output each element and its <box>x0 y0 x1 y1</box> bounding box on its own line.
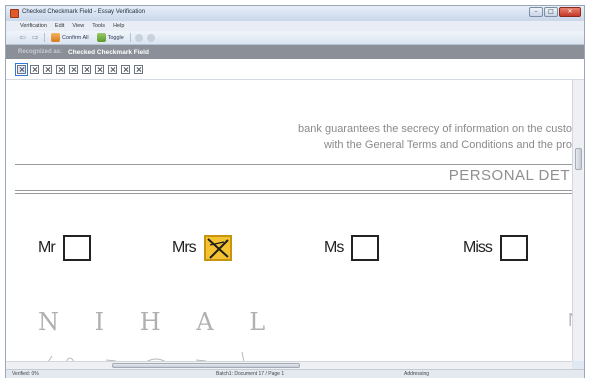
handwritten-scribble <box>48 351 245 361</box>
minimize-button[interactable]: – <box>529 7 543 17</box>
section-title: PERSONAL DET <box>448 167 570 184</box>
checkmark-variants-strip <box>6 59 584 80</box>
horizontal-scroll-thumb[interactable] <box>112 363 300 368</box>
checkmark-variant-icon[interactable] <box>134 64 143 74</box>
status-progress: Verified: 0% <box>12 371 39 377</box>
document-text-line: with the General Terms and Conditions an… <box>323 139 572 151</box>
form-divider <box>15 164 572 165</box>
checkmark-variant-icon[interactable] <box>69 64 78 74</box>
checkbox[interactable] <box>499 235 528 261</box>
title-option-mrs: Mrs <box>172 235 232 261</box>
toggle-label: Toggle <box>107 34 124 41</box>
vertical-scroll-thumb[interactable] <box>575 148 582 170</box>
application-window: Checked Checkmark Field - Essay Verifica… <box>5 5 585 378</box>
checkmark-variant-icon[interactable] <box>82 64 91 74</box>
checkmark-variant-icon[interactable] <box>95 64 104 74</box>
status-bar: Verified: 0% Batch1: Document 17 / Page … <box>6 369 584 378</box>
window-controls: – □ ✕ <box>529 7 581 17</box>
checkmark-variant-icon[interactable] <box>30 64 39 74</box>
handwritten-name: N I H A L <box>38 308 280 336</box>
maximize-button[interactable]: □ <box>544 7 558 17</box>
title-option-ms: Ms <box>324 235 380 261</box>
form-divider <box>15 190 572 191</box>
checkmark-variant-icon[interactable] <box>56 64 65 74</box>
option-label: Mrs <box>172 239 197 256</box>
form-divider <box>15 193 572 194</box>
toolbar-separator <box>129 33 131 42</box>
checkbox[interactable] <box>62 235 91 261</box>
status-field: Addressing <box>404 371 430 377</box>
toggle-button[interactable]: Toggle <box>95 33 126 42</box>
toolbar-separator <box>44 33 45 42</box>
recognized-value: Checked Checkmark Field <box>68 48 149 56</box>
back-arrow-icon[interactable]: ⇦ <box>18 33 27 42</box>
forward-arrow-icon[interactable]: ⇨ <box>31 33 40 42</box>
window-title: Checked Checkmark Field - Essay Verifica… <box>22 9 146 15</box>
app-icon <box>10 9 19 18</box>
menu-tools[interactable]: Tools <box>92 23 105 29</box>
document-image-view[interactable]: bank guarantees the secrecy of informati… <box>6 80 572 361</box>
confirm-all-button[interactable]: Confirm All <box>49 33 91 42</box>
checkmark-variant-icon[interactable] <box>15 62 28 76</box>
toolbar: ⇦ ⇨ Confirm All Toggle <box>6 31 584 45</box>
horizontal-scrollbar[interactable] <box>6 361 572 369</box>
option-label: Ms <box>324 239 344 256</box>
close-button[interactable]: ✕ <box>559 7 581 17</box>
menu-view[interactable]: View <box>72 23 84 29</box>
document-text-line: bank guarantees the secrecy of informati… <box>298 123 572 135</box>
checkmark-variant-icon[interactable] <box>108 64 117 74</box>
checkbox[interactable] <box>351 235 380 261</box>
title-bar: Checked Checkmark Field - Essay Verifica… <box>6 6 584 21</box>
disabled-next-icon <box>146 33 155 42</box>
title-option-miss: Miss <box>463 235 528 261</box>
title-option-mr: Mr <box>38 235 91 261</box>
confirm-icon <box>51 33 60 42</box>
checkmark-variant-icon[interactable] <box>121 64 130 74</box>
menu-verification[interactable]: Verification <box>20 23 47 29</box>
menu-help[interactable]: Help <box>113 23 124 29</box>
x-mark-icon <box>206 238 229 259</box>
checkbox-checked[interactable] <box>203 235 232 261</box>
disabled-prev-icon <box>134 33 143 42</box>
status-document: Batch1: Document 17 / Page 1 <box>216 371 285 377</box>
recognized-as-bar: Recognized as: Checked Checkmark Field <box>6 45 584 59</box>
menu-bar: Verification Edit View Tools Help <box>6 21 584 31</box>
recognized-label: Recognized as: <box>18 49 63 55</box>
confirm-all-label: Confirm All <box>62 34 89 41</box>
checkmark-variant-icon[interactable] <box>43 64 52 74</box>
vertical-scrollbar[interactable] <box>572 80 584 361</box>
option-label: Mr <box>38 239 56 256</box>
menu-edit[interactable]: Edit <box>55 23 64 29</box>
option-label: Miss <box>463 239 493 256</box>
toggle-icon <box>96 33 106 42</box>
